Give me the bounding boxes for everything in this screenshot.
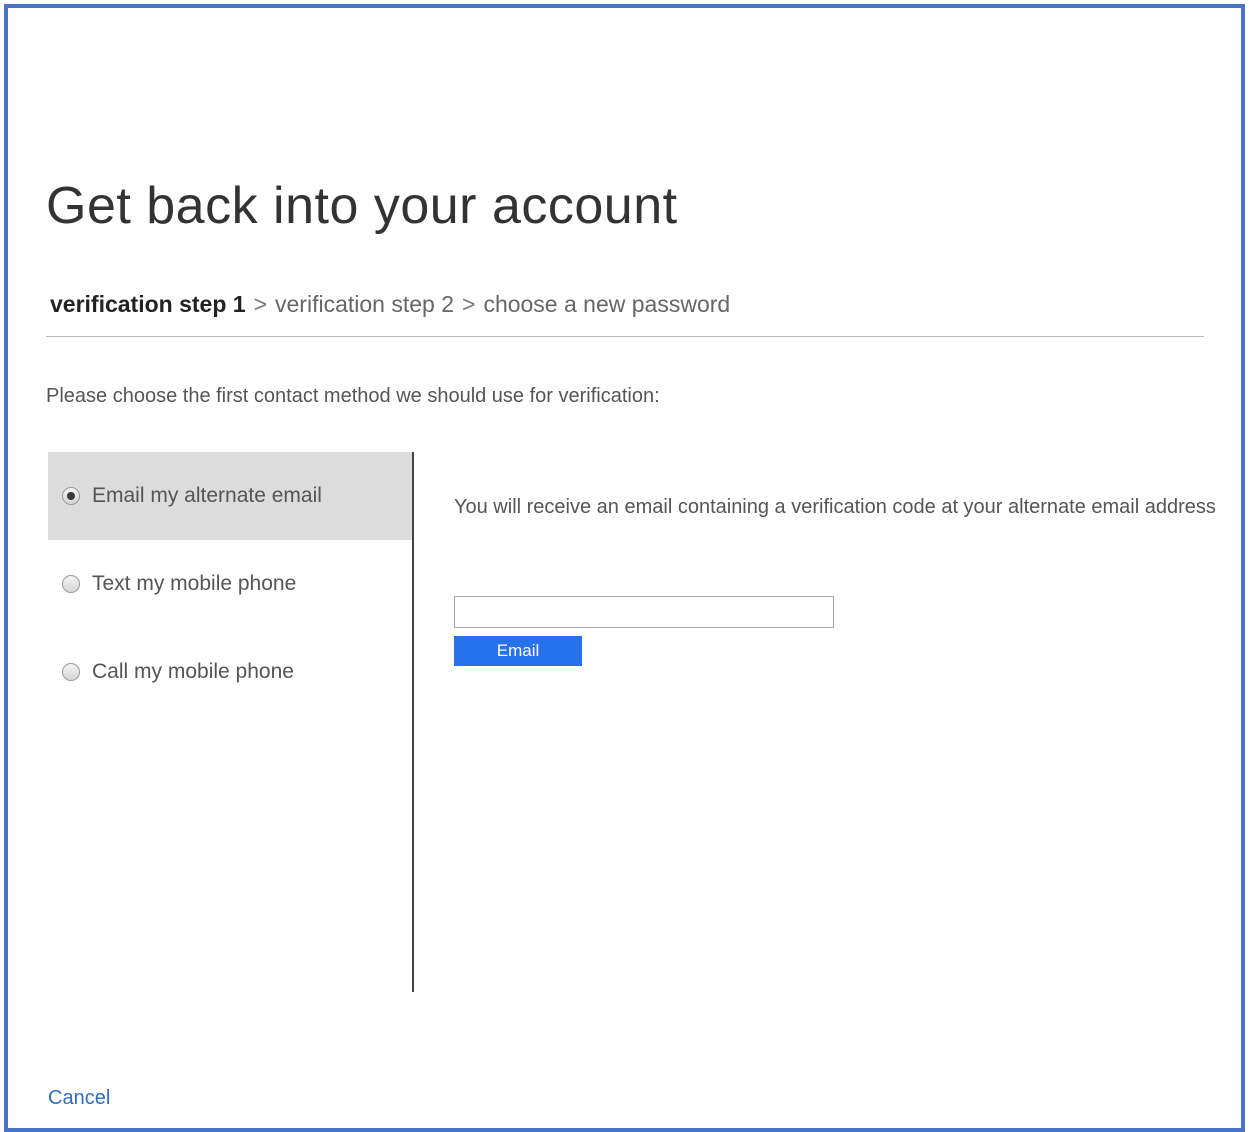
radio-button[interactable] [62, 663, 80, 681]
method-label: Text my mobile phone [92, 572, 297, 595]
contact-method-list: Email my alternate email Text my mobile … [48, 452, 412, 716]
dialog-frame: Get back into your account verification … [4, 4, 1245, 1132]
step-last: choose a new password [483, 291, 731, 317]
cancel-link[interactable]: Cancel [48, 1087, 110, 1110]
method-label: Call my mobile phone [92, 660, 294, 683]
method-email-alternate[interactable]: Email my alternate email [48, 452, 412, 540]
method-detail-text: You will receive an email containing a v… [454, 496, 1216, 518]
step-separator: > [253, 291, 268, 317]
vertical-divider [412, 452, 414, 992]
verification-steps-breadcrumb: verification step 1 > verification step 2 >… [50, 291, 730, 318]
step-separator: > [462, 291, 476, 317]
email-button[interactable]: Email [454, 636, 582, 666]
method-call-mobile[interactable]: Call my mobile phone [48, 628, 412, 716]
radio-dot-icon [67, 492, 75, 500]
page-title: Get back into your account [46, 177, 678, 235]
step-current: verification step 1 [50, 291, 246, 317]
radio-button[interactable] [62, 575, 80, 593]
instructions-text: Please choose the first contact method w… [46, 385, 660, 407]
method-text-mobile[interactable]: Text my mobile phone [48, 540, 412, 628]
divider [46, 336, 1204, 337]
method-label: Email my alternate email [92, 484, 322, 507]
step-next: verification step 2 [275, 291, 454, 317]
email-field[interactable] [454, 596, 834, 628]
radio-button-checked[interactable] [62, 487, 80, 505]
